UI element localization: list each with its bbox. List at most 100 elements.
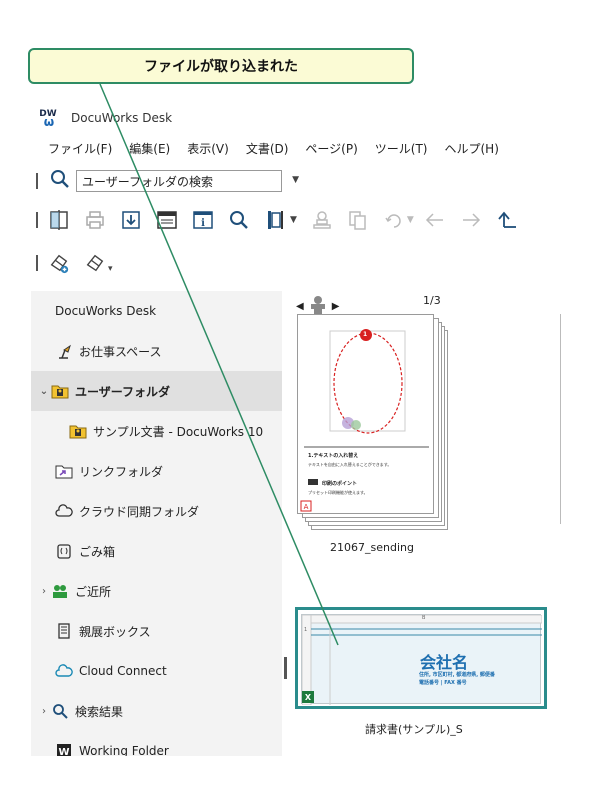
invoice-company-name: 会社名: [420, 653, 469, 672]
sidebar-item-cloud-sync-folder[interactable]: クラウド同期フォルダ: [31, 491, 282, 531]
menu-tools[interactable]: ツール(T): [375, 140, 428, 157]
chevron-down-icon[interactable]: ▾: [108, 264, 113, 274]
sidebar-item-confidential-box[interactable]: 親展ボックス: [31, 611, 282, 651]
rotate-icon[interactable]: [383, 209, 405, 231]
window-title: DocuWorks Desk: [71, 111, 173, 125]
secondary-toolbar: ▾: [31, 241, 569, 285]
magnify-icon[interactable]: [228, 209, 250, 231]
sidebar-item-cloud-connect[interactable]: Cloud Connect: [31, 651, 282, 691]
search-toolbar: ユーザーフォルダの検索 ▼: [31, 161, 569, 201]
doc-body-1: テキストを自由に入れ替えることができます。: [308, 462, 392, 467]
sidebar-item-label: 親展ボックス: [79, 624, 151, 639]
callout-box: ファイルが取り込まれた: [28, 48, 414, 84]
stamp-icon[interactable]: [311, 209, 333, 231]
chevron-down-icon[interactable]: ⌄: [37, 386, 51, 397]
menu-bar: ファイル(F) 編集(E) 表示(V) 文書(D) ページ(P) ツール(T) …: [31, 135, 569, 161]
viewer-icon[interactable]: [156, 209, 178, 231]
sidebar-item-sample-documents[interactable]: サンプル文書 - DocuWorks 10: [31, 411, 282, 451]
next-page-icon[interactable]: ▶: [332, 301, 340, 312]
sidebar-item-label: ご近所: [75, 584, 112, 599]
people-icon: [51, 582, 69, 600]
sidebar-item-label: Cloud Connect: [79, 664, 167, 678]
sidebar-item-label: 検索結果: [75, 704, 124, 719]
sidebar-item-label: ユーザーフォルダ: [75, 384, 171, 399]
doc-heading-2: 印刷のポイント: [322, 481, 358, 487]
chevron-right-icon[interactable]: ›: [37, 706, 51, 717]
search-icon: [51, 702, 69, 720]
column-header: B: [422, 615, 426, 621]
copy-icon[interactable]: [347, 209, 369, 231]
callout-text: ファイルが取り込まれた: [144, 59, 298, 75]
svg-text:X: X: [305, 693, 312, 702]
invoice-phone: 電話番号 | FAX 番号: [419, 680, 467, 686]
chevron-right-icon[interactable]: ›: [37, 586, 51, 597]
forward-arrow-icon[interactable]: [460, 209, 482, 231]
search-scope-value: ユーザーフォルダの検索: [82, 174, 214, 189]
document-thumbnail-partial[interactable]: [560, 314, 569, 524]
trash-icon: [55, 542, 73, 560]
doc-body-2: プリセット印刷機能が使えます。: [308, 490, 368, 495]
menu-file[interactable]: ファイル(F): [48, 140, 112, 157]
document-thumbnail-2-selected[interactable]: X B 1 会社名 住所, 市区町村, 都道府県, 郵便番 電話番号 | FAX…: [295, 607, 547, 709]
sidebar-item-neighborhood[interactable]: › ご近所: [31, 571, 282, 611]
sidebar-item-link-folder[interactable]: リンクフォルダ: [31, 451, 282, 491]
import-icon[interactable]: [120, 209, 142, 231]
folder-tree: DocuWorks Desk お仕事スペース ⌄ ユーザーフォルダ サンプル文書…: [31, 291, 282, 756]
docuworks-window: DW ω DocuWorks Desk ファイル(F) 編集(E) 表示(V) …: [31, 101, 569, 756]
sidebar-item-search-results[interactable]: › 検索結果: [31, 691, 282, 731]
menu-view[interactable]: 表示(V): [187, 140, 229, 157]
toolbar-grip[interactable]: [36, 212, 38, 228]
info-icon[interactable]: i: [192, 209, 214, 231]
up-folder-icon[interactable]: [496, 209, 518, 231]
user-folder-icon: [69, 422, 87, 440]
main-toolbar: i ▼ ▼: [31, 201, 569, 239]
prev-page-icon[interactable]: ◀: [296, 301, 304, 312]
eraser-icon[interactable]: [84, 252, 106, 274]
doc-heading-1: 1.テキストの入れ替え: [308, 453, 359, 459]
cloud-connect-icon: [55, 662, 73, 680]
document-thumbnail-1[interactable]: A 1 1.テキストの入れ替え テキストを自由に入れ替えることができます。 印刷…: [297, 314, 449, 532]
svg-text:W: W: [58, 747, 69, 756]
menu-help[interactable]: ヘルプ(H): [445, 140, 499, 157]
link-folder-icon: [55, 462, 73, 480]
sidebar-item-label: クラウド同期フォルダ: [79, 504, 200, 519]
toolbar-grip[interactable]: [36, 255, 38, 271]
eraser-add-icon[interactable]: [48, 252, 70, 274]
sidebar-item-label: DocuWorks Desk: [55, 304, 157, 318]
page-layout-icon[interactable]: [264, 209, 286, 231]
split-view-icon[interactable]: [48, 209, 70, 231]
sidebar-item-user-folder[interactable]: ⌄ ユーザーフォルダ: [31, 371, 282, 411]
toolbar-grip[interactable]: [36, 173, 38, 189]
page-indicator: 1/3: [423, 294, 441, 307]
user-folder-icon: [51, 382, 69, 400]
menu-edit[interactable]: 編集(E): [129, 140, 170, 157]
desk-lamp-icon: [55, 342, 73, 360]
document-name-1[interactable]: 21067_sending: [330, 541, 414, 554]
svg-text:i: i: [201, 218, 205, 229]
title-bar: DW ω DocuWorks Desk: [31, 101, 569, 135]
mailbox-icon: [55, 622, 73, 640]
invoice-page: X B 1 会社名 住所, 市区町村, 都道府県, 郵便番 電話番号 | FAX…: [301, 614, 542, 705]
chevron-down-icon[interactable]: ▼: [407, 215, 414, 225]
document-page: A 1 1.テキストの入れ替え テキストを自由に入れ替えることができます。 印刷…: [297, 314, 434, 514]
chevron-down-icon[interactable]: ▼: [290, 215, 297, 225]
search-icon[interactable]: [50, 169, 70, 193]
chevron-down-icon[interactable]: ▼: [292, 175, 299, 185]
sidebar-item-docuworks-desk[interactable]: DocuWorks Desk: [31, 291, 282, 331]
menu-document[interactable]: 文書(D): [246, 140, 289, 157]
docuworks-logo-icon: DW ω: [39, 109, 57, 129]
search-scope-select[interactable]: ユーザーフォルダの検索 ▼: [76, 170, 299, 192]
sidebar-item-working-folder[interactable]: W Working Folder: [31, 731, 282, 756]
sidebar-scrollbar[interactable]: [284, 657, 287, 679]
cloud-icon: [55, 502, 73, 520]
sidebar-item-trash[interactable]: ごみ箱: [31, 531, 282, 571]
annotation-badge: 1: [363, 331, 368, 338]
working-folder-icon: W: [55, 742, 73, 756]
print-icon[interactable]: [84, 209, 106, 231]
document-name-2[interactable]: 請求書(サンプル)_S: [365, 721, 463, 737]
document-area: ◀ ▶ 1/3 A 1 1.テキストの入れ替え テキストを自由に入れ替えることが…: [290, 291, 569, 756]
sidebar-item-workspace[interactable]: お仕事スペース: [31, 331, 282, 371]
menu-page[interactable]: ページ(P): [305, 140, 357, 157]
back-arrow-icon[interactable]: [424, 209, 446, 231]
sidebar-item-label: リンクフォルダ: [79, 464, 164, 479]
